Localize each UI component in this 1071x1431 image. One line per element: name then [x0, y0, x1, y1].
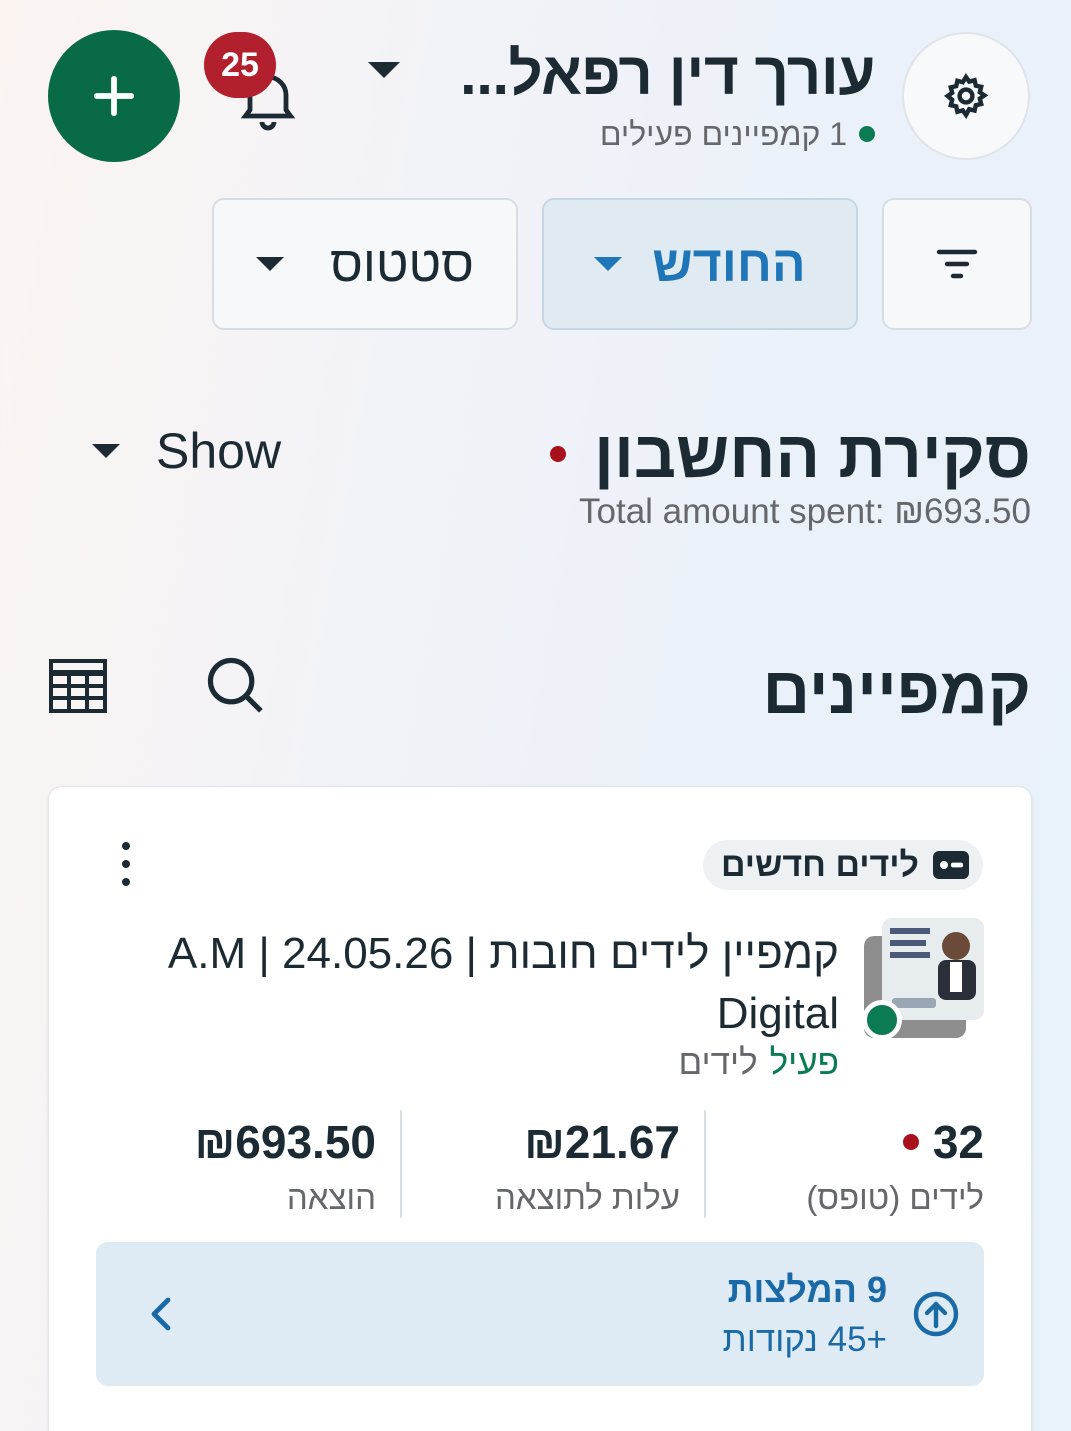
- campaign-status: פעיל: [769, 1043, 839, 1082]
- metric-divider: [400, 1110, 402, 1218]
- account-name[interactable]: עורך דין רפאל...: [460, 36, 875, 112]
- metric-spend[interactable]: ₪693.50 הוצאה: [86, 1112, 376, 1222]
- recommendations-points: +45 נקודות: [722, 1320, 887, 1359]
- filter-icon: [936, 249, 978, 279]
- lead-form-icon: [933, 851, 969, 879]
- metric-divider: [704, 1110, 706, 1218]
- active-campaigns-text: 1 קמפיינים פעילים: [599, 115, 847, 152]
- active-campaigns-status: 1 קמפיינים פעילים: [600, 114, 875, 154]
- chevron-left-icon[interactable]: [146, 1294, 176, 1334]
- campaign-status-line: פעיל לידים: [678, 1040, 839, 1086]
- caret-down-icon: [594, 257, 623, 271]
- arrow-up-circle-icon: [913, 1291, 959, 1337]
- filter-button[interactable]: [882, 198, 1032, 330]
- metric-value: ₪693.50: [194, 1116, 376, 1168]
- notification-badge[interactable]: 25: [204, 32, 276, 98]
- account-dropdown-caret-icon[interactable]: [368, 62, 400, 78]
- active-status-dot: [859, 126, 875, 142]
- campaign-type: לידים: [678, 1043, 758, 1082]
- date-range-label: החודש: [652, 236, 806, 292]
- recommendations-title: 9 המלצות: [727, 1269, 887, 1310]
- settings-button[interactable]: [902, 32, 1030, 160]
- campaigns-heading: קמפיינים: [762, 653, 1031, 727]
- metric-label: הוצאה: [286, 1179, 376, 1216]
- gear-icon: [943, 72, 989, 120]
- account-overview-heading: סקירת החשבון: [550, 412, 1031, 496]
- metric-label: לידים (טופס): [806, 1179, 984, 1216]
- caret-down-icon: [256, 257, 285, 271]
- objective-badge: לידים חדשים: [702, 840, 983, 890]
- more-options-icon[interactable]: [116, 842, 136, 886]
- objective-label: לידים חדשים: [720, 845, 919, 884]
- date-range-filter[interactable]: החודש: [542, 198, 858, 330]
- plus-icon: [93, 75, 135, 117]
- campaign-active-indicator: [862, 1000, 902, 1040]
- search-icon[interactable]: [204, 654, 266, 716]
- show-toggle-button[interactable]: Show: [92, 422, 281, 480]
- alert-dot: [550, 446, 567, 462]
- metric-results[interactable]: 32 לידים (טופס): [694, 1112, 984, 1222]
- campaign-name[interactable]: קמפיין לידים חובות | 24.05.26 | A.M Digi…: [99, 924, 839, 1044]
- show-label: Show: [156, 423, 282, 479]
- table-view-icon[interactable]: [48, 658, 108, 714]
- caret-down-icon: [92, 444, 120, 458]
- metric-label: עלות לתוצאה: [494, 1179, 680, 1216]
- status-filter[interactable]: סטטוס: [212, 198, 518, 330]
- metric-value: ₪21.67: [524, 1116, 680, 1168]
- metric-value: 32: [932, 1116, 984, 1168]
- alert-dot: [902, 1134, 919, 1150]
- create-campaign-button[interactable]: [48, 30, 180, 162]
- account-overview-title: סקירת החשבון: [594, 417, 1031, 491]
- metric-cost-per-result[interactable]: ₪21.67 עלות לתוצאה: [390, 1112, 680, 1222]
- total-spent-text: Total amount spent: ₪693.50: [579, 492, 1031, 531]
- recommendations-banner[interactable]: [96, 1242, 984, 1386]
- status-filter-label: סטטוס: [330, 236, 474, 292]
